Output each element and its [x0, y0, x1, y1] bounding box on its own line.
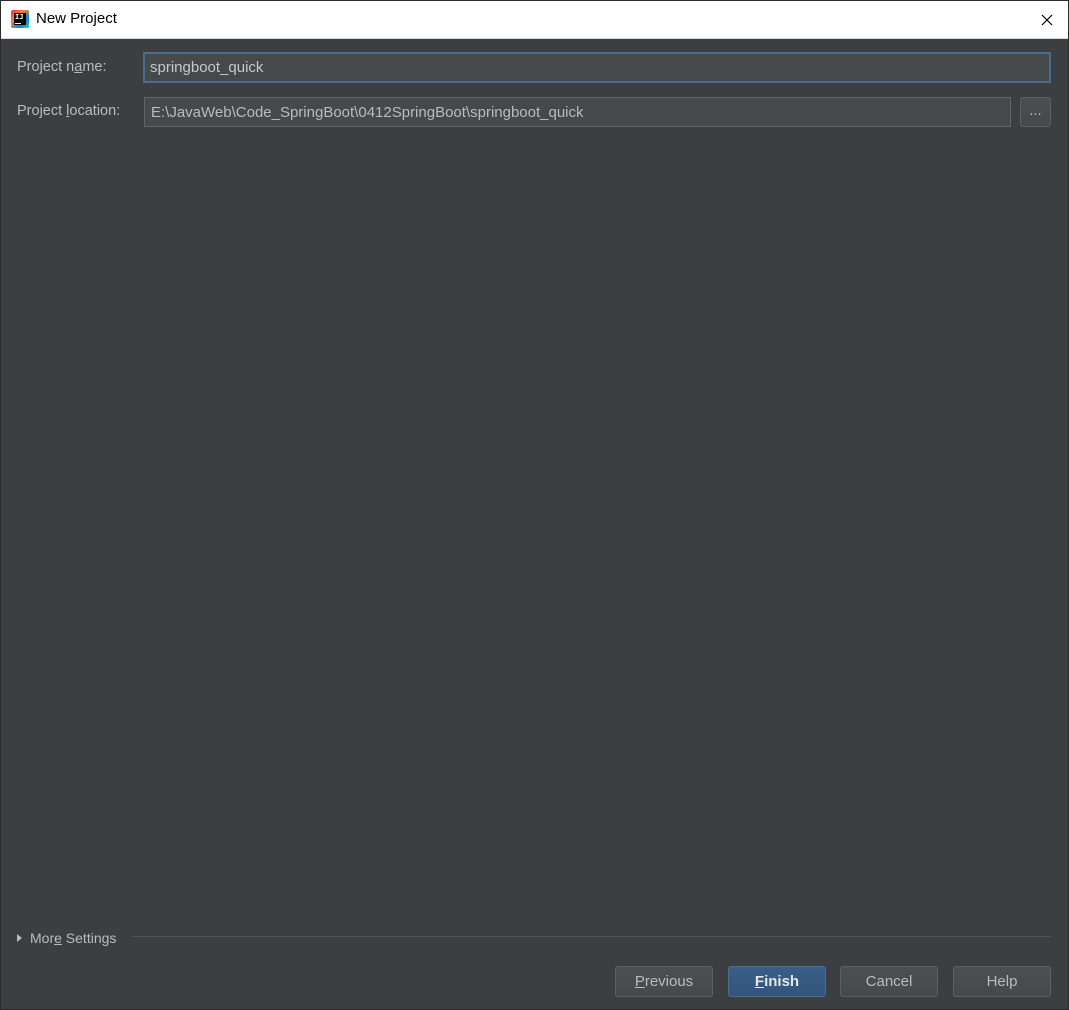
- project-name-label: Project name:: [17, 59, 107, 75]
- close-icon: [1041, 14, 1053, 26]
- browse-location-button[interactable]: ...: [1020, 97, 1051, 127]
- finish-button[interactable]: Finish: [728, 966, 826, 997]
- title-bar: IJ New Project: [1, 1, 1068, 39]
- new-project-dialog: IJ New Project Project name: Project loc…: [0, 0, 1069, 1010]
- more-settings-divider: [132, 936, 1051, 937]
- project-location-label: Project location:: [17, 103, 121, 119]
- app-icon-letters: IJ: [15, 13, 24, 21]
- expand-triangle-icon: [17, 934, 22, 942]
- previous-button[interactable]: Previous: [615, 966, 713, 997]
- intellij-idea-icon: IJ: [11, 10, 29, 28]
- more-settings-label: More Settings: [30, 930, 117, 946]
- more-settings-toggle[interactable]: More Settings: [17, 929, 116, 947]
- window-title: New Project: [36, 10, 117, 27]
- help-button[interactable]: Help: [953, 966, 1051, 997]
- close-button[interactable]: [1034, 7, 1060, 33]
- project-name-input[interactable]: [143, 52, 1051, 83]
- project-location-input[interactable]: [144, 97, 1011, 127]
- cancel-button[interactable]: Cancel: [840, 966, 938, 997]
